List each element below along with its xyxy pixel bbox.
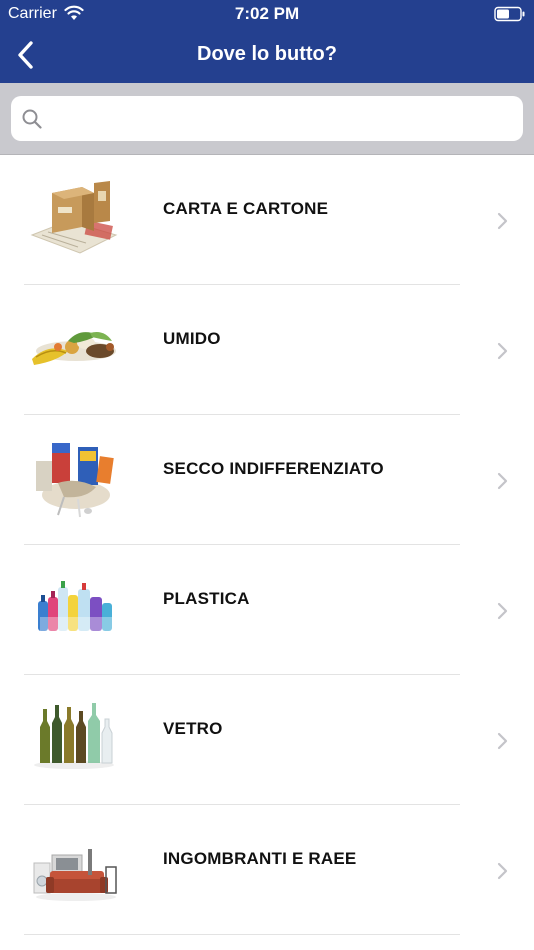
category-label: UMIDO: [163, 329, 221, 348]
battery-icon: [494, 6, 526, 27]
unsorted-waste-image: [28, 437, 120, 519]
app-header: Carrier 7:02 PM Dove lo butto?: [0, 0, 534, 83]
category-label: VETRO: [163, 719, 223, 738]
category-label: PLASTICA: [163, 589, 250, 608]
list-divider: [24, 934, 460, 935]
list-item-secco-indifferenziato[interactable]: SECCO INDIFFERENZIATO: [0, 415, 534, 545]
list-item-carta-e-cartone[interactable]: CARTA E CARTONE: [0, 155, 534, 285]
paper-cardboard-image: [28, 177, 120, 259]
chevron-right-icon: [497, 342, 508, 360]
list-item-umido[interactable]: UMIDO: [0, 285, 534, 415]
search-bar-container: [0, 83, 534, 155]
chevron-right-icon: [497, 472, 508, 490]
glass-bottles-image: [28, 697, 120, 779]
chevron-right-icon: [497, 212, 508, 230]
list-item-vetro[interactable]: VETRO: [0, 675, 534, 805]
search-box[interactable]: [11, 96, 523, 143]
search-icon: [21, 108, 43, 135]
plastic-bottles-image: [28, 567, 120, 649]
status-bar: Carrier 7:02 PM: [0, 0, 534, 28]
chevron-right-icon: [497, 602, 508, 620]
search-input[interactable]: [53, 96, 517, 143]
category-label: INGOMBRANTI E RAEE: [163, 849, 357, 868]
list-item-ingombranti-e-raee[interactable]: INGOMBRANTI E RAEE: [0, 805, 534, 935]
chevron-right-icon: [497, 732, 508, 750]
category-label: CARTA E CARTONE: [163, 199, 329, 218]
organic-waste-image: [28, 307, 120, 389]
status-time: 7:02 PM: [234, 4, 300, 23]
list-item-plastica[interactable]: PLASTICA: [0, 545, 534, 675]
page-title: Dove lo butto?: [197, 43, 337, 65]
bulky-waste-image: [28, 827, 120, 909]
category-list: CARTA E CARTONE UMIDO SECCO INDIFFERENZI…: [0, 155, 534, 935]
navigation-bar: Dove lo butto?: [0, 28, 534, 83]
chevron-right-icon: [497, 862, 508, 880]
category-label: SECCO INDIFFERENZIATO: [163, 459, 384, 478]
